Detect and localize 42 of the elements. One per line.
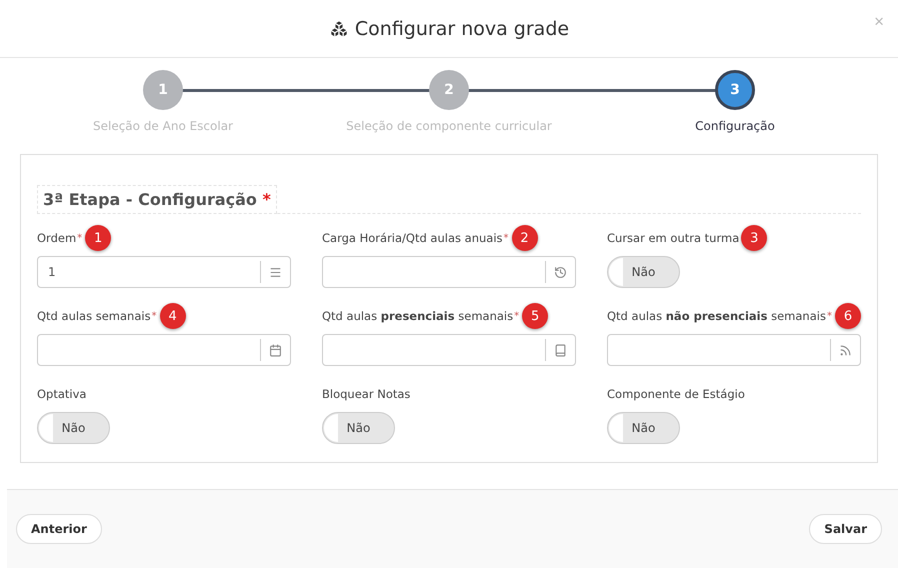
field-label: Cursar em outra turma <box>607 231 740 245</box>
input-field[interactable] <box>322 334 576 366</box>
save-button[interactable]: Salvar <box>809 514 882 544</box>
rss-icon <box>839 344 852 356</box>
toggle-switch[interactable]: Não <box>37 412 110 444</box>
field-label: Qtd aulas semanais <box>37 309 151 323</box>
field-label: Qtd aulas não presenciais semanais <box>607 309 826 323</box>
dialog-title: Configurar nova grade <box>328 18 570 40</box>
field-label: Bloquear Notas <box>322 387 410 401</box>
step-number-badge: 5 <box>522 303 548 329</box>
step-number-badge: 2 <box>512 225 538 251</box>
cubes-icon <box>328 18 349 38</box>
toggle-switch[interactable]: Não <box>322 412 395 444</box>
input-field[interactable]: 1 <box>37 256 291 288</box>
field-label: Componente de Estágio <box>607 387 745 401</box>
field-label: Optativa <box>37 387 86 401</box>
step-label: Seleção de Ano Escolar <box>92 119 233 133</box>
toggle-switch[interactable]: Não <box>607 412 680 444</box>
section-title: 3ª Etapa - Configuração * <box>37 185 277 214</box>
step-number-badge: 3 <box>741 225 768 251</box>
required-asterisk: * <box>77 232 82 244</box>
back-button[interactable]: Anterior <box>16 514 102 544</box>
input-field[interactable] <box>37 334 291 366</box>
required-asterisk: * <box>514 310 520 322</box>
history-icon <box>554 266 567 278</box>
step-number-badge: 4 <box>160 303 186 329</box>
step-number-badge: 1 <box>85 225 112 251</box>
field-label: Ordem <box>37 231 76 245</box>
toggle-switch[interactable]: Não <box>607 256 680 288</box>
book-icon <box>554 344 567 356</box>
step-label: Configuração <box>695 119 775 133</box>
input-field[interactable] <box>607 334 861 366</box>
step-number-badge: 6 <box>834 303 861 329</box>
input-field[interactable] <box>322 256 576 288</box>
required-asterisk: * <box>504 232 509 244</box>
menu-icon <box>269 266 282 278</box>
required-asterisk: * <box>152 310 157 322</box>
required-asterisk: * <box>826 310 832 322</box>
step-label: Seleção de componente curricular <box>346 119 552 133</box>
field-label: Carga Horária/Qtd aulas anuais <box>322 231 503 245</box>
calendar-icon <box>269 344 282 356</box>
field-label: Qtd aulas presenciais semanais <box>322 309 514 323</box>
